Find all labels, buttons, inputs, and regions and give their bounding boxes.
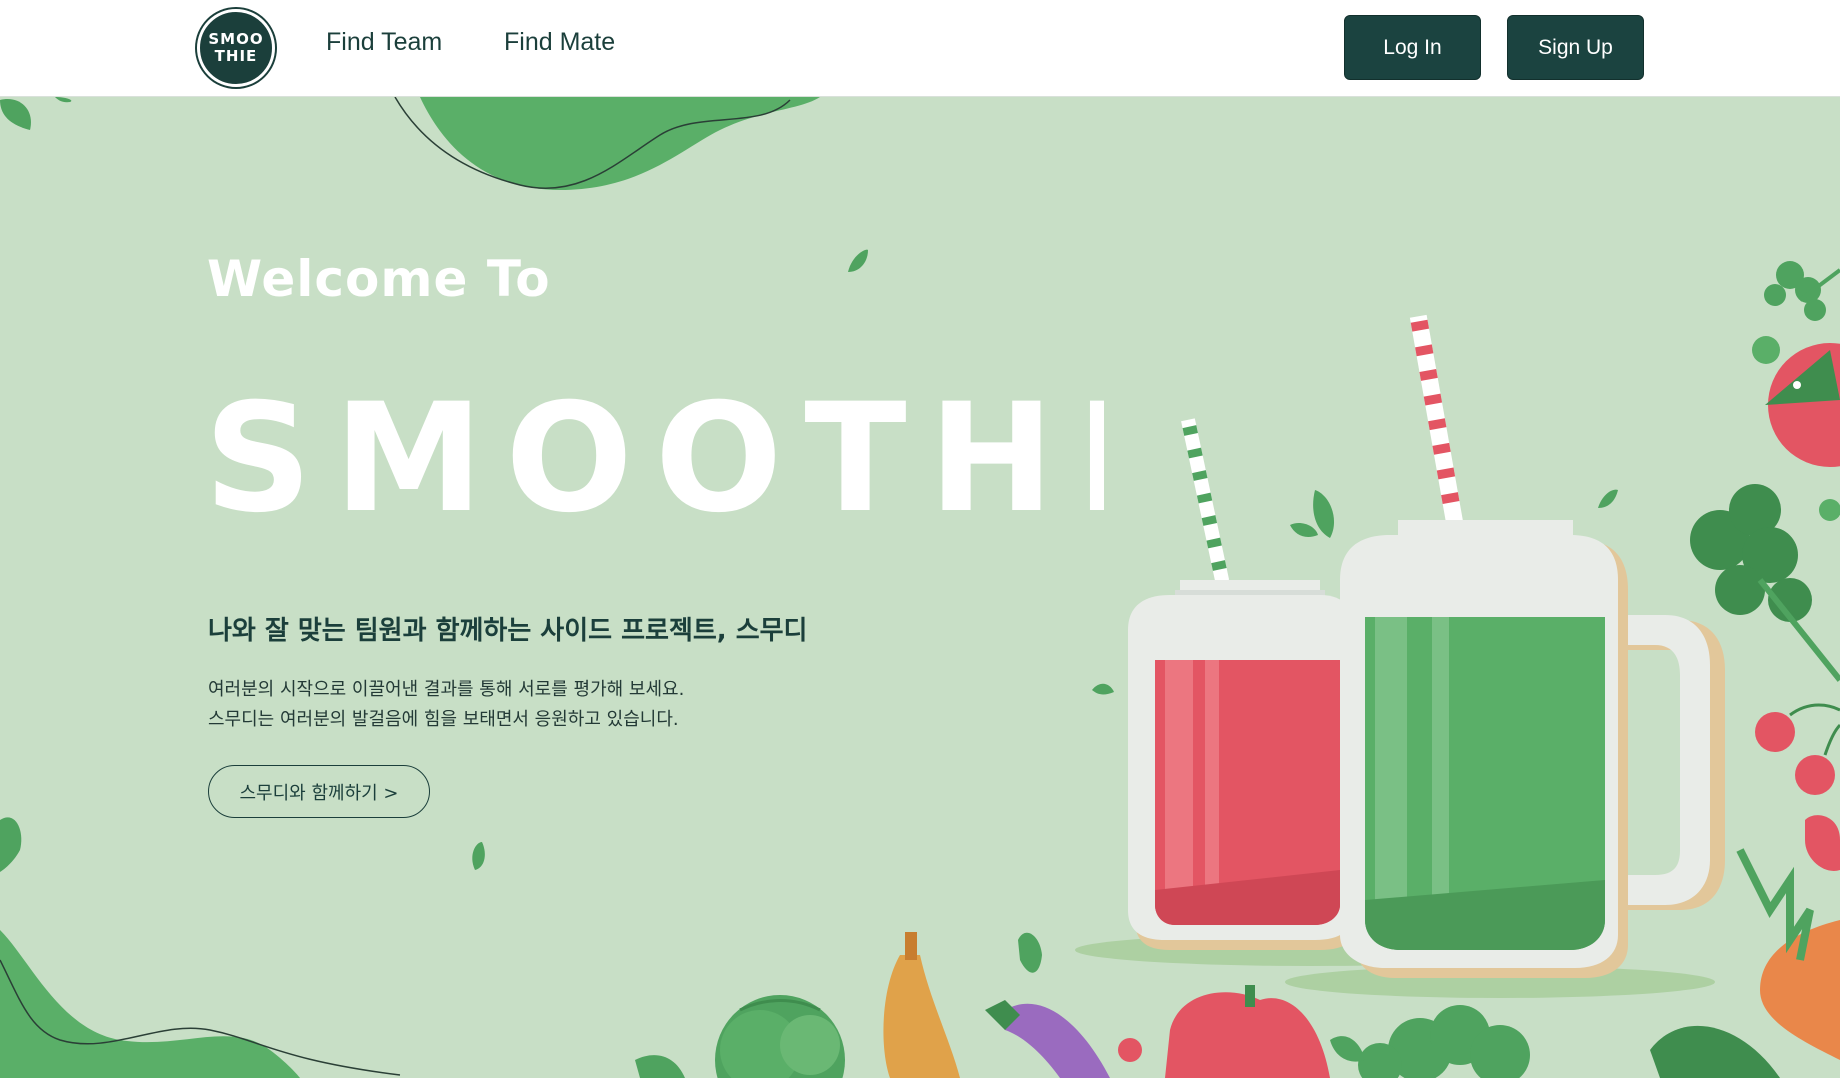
hero-description-line1: 여러분의 시작으로 이끌어낸 결과를 통해 서로를 평가해 보세요. — [208, 679, 685, 700]
cherry-icon — [1755, 703, 1840, 795]
start-with-smoothie-button[interactable]: 스무디와 함께하기 > — [208, 765, 430, 818]
welcome-heading: Welcome To — [207, 250, 551, 308]
logo-icon[interactable]: SMOO THIE — [197, 9, 275, 87]
hero-description: 여러분의 시작으로 이끌어낸 결과를 통해 서로를 평가해 보세요. 스무디는 … — [208, 675, 684, 735]
cucumber-icon — [1650, 1025, 1780, 1078]
signup-button[interactable]: Sign Up — [1507, 15, 1644, 80]
nav-find-mate[interactable]: Find Mate — [504, 28, 615, 57]
logo-text-line2: THIE — [214, 47, 258, 65]
leaf-icon — [472, 842, 485, 870]
leaf-icon — [1330, 1036, 1365, 1062]
login-button[interactable]: Log In — [1344, 15, 1481, 80]
cabbage-icon — [715, 995, 845, 1078]
jar-icon — [1340, 314, 1725, 978]
pepper-icon — [1165, 985, 1330, 1078]
leaf-icon — [0, 99, 31, 130]
leaf-icon — [635, 1055, 685, 1078]
leaf-icon — [0, 817, 22, 872]
strawberry-icon — [1805, 815, 1840, 871]
top-blob — [420, 97, 820, 190]
banana-icon — [883, 932, 960, 1078]
parsley-icon — [1764, 261, 1840, 321]
leaf-icon — [55, 97, 72, 103]
tomato-icon — [1765, 343, 1840, 467]
leaf-icon — [1018, 932, 1042, 973]
leaf-icon — [848, 249, 868, 272]
bottom-left-blob — [0, 930, 300, 1078]
top-navigation: SMOO THIE Find Team Find Mate Log In Sig… — [0, 0, 1840, 97]
hero-description-line2: 스무디는 여러분의 발걸음에 힘을 보태면서 응원하고 있습니다. — [208, 709, 679, 730]
nav-find-team[interactable]: Find Team — [326, 28, 442, 57]
carrot-icon — [1736, 848, 1840, 1060]
eggplant-icon — [985, 1000, 1110, 1078]
leaf-icon — [1290, 523, 1318, 537]
brand-text: SMOOTHIE — [204, 372, 1104, 540]
leaf-icon — [1313, 490, 1335, 538]
logo-text-line1: SMOO — [208, 30, 264, 48]
leaf-icon — [1092, 683, 1114, 695]
brand-title: SMOOTHIE — [204, 372, 1104, 540]
broccoli-icon — [1358, 1005, 1530, 1078]
hero-subtitle: 나와 잘 맞는 팀원과 함께하는 사이드 프로젝트, 스무디 — [208, 616, 808, 646]
leaf-icon — [1598, 489, 1618, 508]
